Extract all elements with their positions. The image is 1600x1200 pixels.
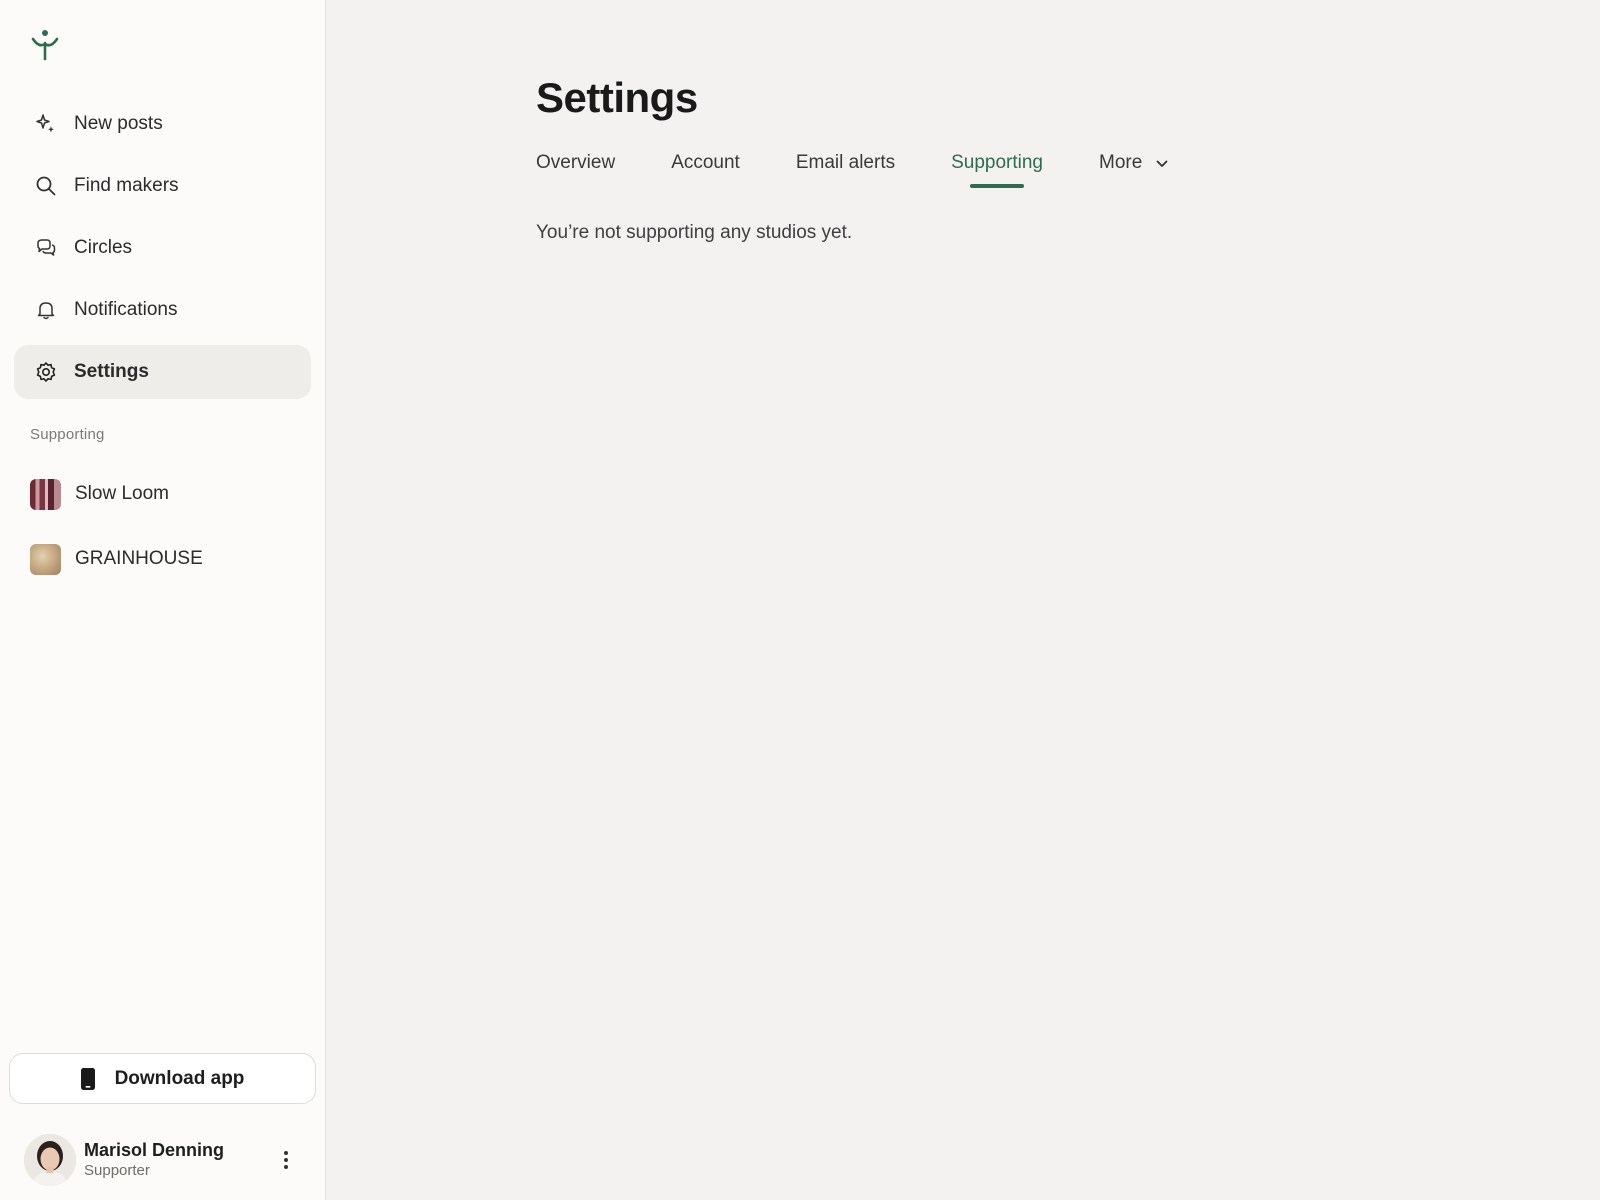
settings-tabs: Overview Account Email alerts Supporting… [536,146,1224,190]
main-content: Settings Overview Account Email alerts S… [326,0,1600,1200]
sidebar-item-label: Settings [74,361,149,382]
sidebar-nav: New posts Find makers Circles Notificati… [14,97,311,407]
tab-email-alerts[interactable]: Email alerts [796,146,895,190]
sparkle-icon [34,112,58,136]
sidebar-item-find-makers[interactable]: Find makers [14,159,311,213]
sidebar-item-settings[interactable]: Settings [14,345,311,399]
avatar [24,1134,76,1186]
more-options-icon[interactable] [282,1148,290,1172]
user-name: Marisol Denning [84,1140,225,1160]
sidebar-item-label: Notifications [74,299,178,320]
logo-icon[interactable] [30,28,60,62]
tab-supporting[interactable]: Supporting [951,146,1043,190]
download-app-button[interactable]: Download app [9,1053,316,1104]
tab-label: Email alerts [795,152,896,173]
studio-name: GRAINHOUSE [75,548,203,569]
sidebar-item-slow-loom[interactable]: Slow Loom [30,465,300,523]
phone-icon [80,1067,95,1090]
app-root: New posts Find makers Circles Notificati… [0,0,1600,1200]
chevron-down-icon [1156,146,1168,180]
user-profile[interactable]: Marisol Denning Supporter [24,1134,304,1186]
sidebar-item-circles[interactable]: Circles [14,221,311,275]
sidebar-item-grainhouse[interactable]: GRAINHOUSE [30,530,300,588]
sidebar-item-label: Circles [74,237,133,258]
gear-icon [34,360,58,384]
tab-label: Account [671,152,740,173]
tab-label: Overview [536,152,616,173]
sidebar-item-label: New posts [74,113,163,134]
sidebar-item-label: Find makers [74,175,179,196]
search-icon [34,174,58,198]
user-info: Marisol Denning Supporter [84,1139,224,1181]
sidebar-item-new-posts[interactable]: New posts [14,97,311,151]
user-role: Supporter [84,1162,150,1179]
download-app-label: Download app [114,1067,245,1089]
studio-avatar [30,478,61,510]
tab-label: Supporting [951,152,1043,173]
supported-studios-list: Slow Loom GRAINHOUSE [30,465,300,595]
supporting-section-label: Supporting [30,426,105,443]
sidebar: New posts Find makers Circles Notificati… [0,0,326,1200]
empty-state-message: You’re not supporting any studios yet. [536,222,853,243]
tab-account[interactable]: Account [671,146,740,190]
page-title: Settings [536,74,698,121]
studio-name: Slow Loom [75,483,169,504]
active-tab-indicator [970,184,1025,188]
studio-avatar [30,543,61,575]
tab-label: More [1099,152,1143,174]
tab-overview[interactable]: Overview [536,146,615,190]
sidebar-item-notifications[interactable]: Notifications [14,283,311,337]
bell-icon [34,298,58,322]
chat-bubbles-icon [34,236,58,260]
tab-more[interactable]: More [1099,146,1168,190]
